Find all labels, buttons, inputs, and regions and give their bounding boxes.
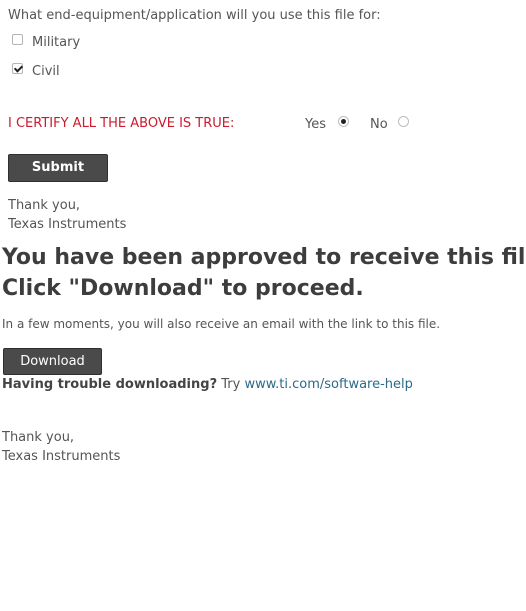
trouble-line: Having trouble downloading? Try www.ti.c… — [2, 377, 413, 392]
trouble-text: Try — [217, 377, 245, 392]
no-label: No — [370, 117, 388, 132]
civil-checkbox[interactable] — [12, 63, 23, 74]
civil-label: Civil — [32, 64, 60, 79]
download-button[interactable]: Download — [3, 348, 102, 375]
no-radio[interactable] — [398, 116, 409, 127]
military-checkbox[interactable] — [12, 34, 23, 45]
option-military[interactable]: Military — [12, 34, 81, 50]
trouble-heading: Having trouble downloading? — [2, 377, 218, 392]
option-civil[interactable]: Civil — [12, 63, 60, 79]
thank-you-text: Thank you, — [8, 198, 81, 213]
yes-label: Yes — [305, 117, 326, 132]
signature-text: Texas Instruments — [8, 217, 127, 232]
help-link[interactable]: www.ti.com/software-help — [244, 377, 412, 392]
yes-radio[interactable] — [338, 116, 349, 127]
approval-heading-line2: Click "Download" to proceed. — [2, 276, 364, 301]
thank-you-text-2: Thank you, — [2, 430, 75, 445]
certify-label: I CERTIFY ALL THE ABOVE IS TRUE: — [8, 116, 235, 131]
submit-button[interactable]: Submit — [8, 154, 108, 182]
signature-text-2: Texas Instruments — [2, 449, 121, 464]
approval-heading: You have been approved to receive this f… — [2, 242, 526, 304]
application-question: What end-equipment/application will you … — [8, 8, 381, 23]
military-label: Military — [32, 35, 81, 50]
approval-heading-line1: You have been approved to receive this f… — [2, 245, 526, 270]
email-note: In a few moments, you will also receive … — [2, 317, 441, 331]
